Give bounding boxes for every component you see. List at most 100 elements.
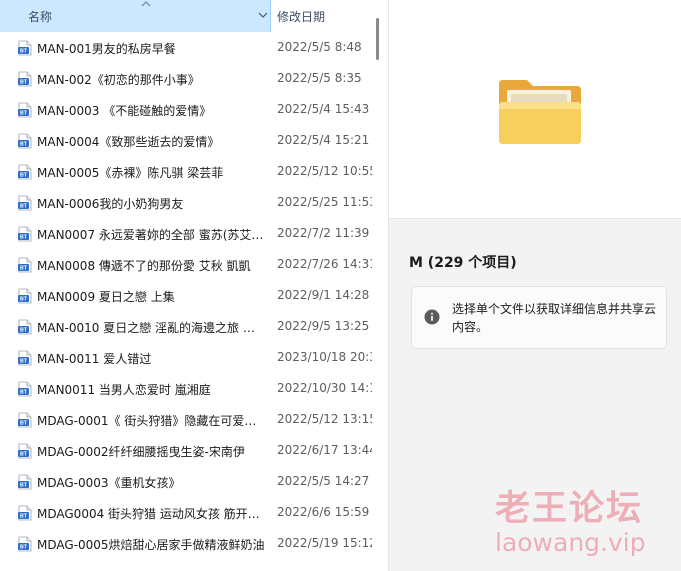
bt-file-icon: BT — [18, 40, 32, 56]
bt-badge-text: BT — [20, 80, 28, 86]
file-name: MAN0007 永远爱著妳的全部 蜜苏(苏艾文) — [37, 228, 265, 242]
file-row[interactable]: BT MDAG0004 街头狩猎 运动风女孩 筋开腰软 2022/6/6 15:59 — [0, 497, 372, 528]
bt-file-icon: BT — [18, 288, 32, 304]
bt-badge-text: BT — [20, 328, 28, 334]
file-row[interactable]: BT MAN-0004《致那些逝去的爱情》 2022/5/4 15:21 — [0, 125, 372, 156]
file-name: MDAG-0002纤纤细腰摇曳生姿-宋南伊 — [37, 445, 245, 459]
file-modified-date: 2022/5/5 8:35 — [277, 71, 362, 85]
bt-badge-text: BT — [20, 452, 28, 458]
file-row[interactable]: BT MDAG-0001《 街头狩猎》隐藏在可爱的外表下 2022/5/12 13:… — [0, 404, 372, 435]
info-icon — [424, 309, 440, 325]
file-list-pane: 名称 修改日期 BT MAN-001男友的私房早餐 2022/5/5 8:48 BT M… — [0, 0, 388, 571]
bt-file-icon: BT — [18, 443, 32, 459]
bt-file-icon: BT — [18, 412, 32, 428]
file-row[interactable]: BT MAN-001男友的私房早餐 2022/5/5 8:48 — [0, 32, 372, 63]
bt-badge-text: BT — [20, 421, 28, 427]
file-name: MDAG-0001《 街头狩猎》隐藏在可爱的外表下 — [37, 414, 265, 428]
file-modified-date: 2022/5/12 13:15 — [277, 412, 372, 426]
file-name: MDAG-0003《重机女孩》 — [37, 476, 181, 490]
file-name: MAN0008 傳遞不了的那份愛 艾秋 凱凱 — [37, 259, 251, 273]
bt-file-icon: BT — [18, 319, 32, 335]
file-name: MAN0009 夏日之戀 上集 — [37, 290, 175, 304]
bt-badge-text: BT — [20, 266, 28, 272]
bt-file-icon: BT — [18, 71, 32, 87]
bt-file-icon: BT — [18, 164, 32, 180]
chevron-down-icon[interactable] — [255, 6, 271, 24]
bt-badge-text: BT — [20, 483, 28, 489]
file-name: MAN-002《初恋的那件小事》 — [37, 73, 200, 87]
info-text: 选择单个文件以获取详细信息并共享云内容。 — [452, 302, 657, 334]
file-row[interactable]: BT MAN-0011 爱人错过 2023/10/18 20:3 — [0, 342, 372, 373]
bt-badge-text: BT — [20, 390, 28, 396]
file-name: MAN-0006我的小奶狗男友 — [37, 197, 184, 211]
bt-file-icon: BT — [18, 381, 32, 397]
file-row[interactable]: BT MAN-0006我的小奶狗男友 2022/5/25 11:53 — [0, 187, 372, 218]
file-row[interactable]: BT MDAG-0005烘焙甜心居家手做精液鲜奶油 2022/5/19 15:12 — [0, 528, 372, 559]
scrollbar-thumb[interactable] — [376, 18, 379, 60]
file-row[interactable]: BT MAN-0003 《不能碰触的爱情》 2022/5/4 15:43 — [0, 94, 372, 125]
bt-badge-text: BT — [20, 204, 28, 210]
watermark: 老王论坛 laowang.vip — [495, 480, 670, 570]
column-header: 名称 修改日期 — [0, 0, 388, 32]
bt-file-icon: BT — [18, 226, 32, 242]
bt-file-icon: BT — [18, 505, 32, 521]
file-name: MDAG-0005烘焙甜心居家手做精液鲜奶油 — [37, 538, 265, 552]
file-modified-date: 2022/9/1 14:28 — [277, 288, 370, 302]
bt-file-icon: BT — [18, 257, 32, 273]
file-modified-date: 2023/10/18 20:3 — [277, 350, 372, 364]
file-modified-date: 2022/5/4 15:43 — [277, 102, 370, 116]
folder-icon — [499, 80, 581, 144]
file-row[interactable]: BT MDAG-0003《重机女孩》 2022/5/5 14:27 — [0, 466, 372, 497]
file-name: MAN-0003 《不能碰触的爱情》 — [37, 104, 212, 118]
file-name: MAN-0004《致那些逝去的爱情》 — [37, 135, 220, 149]
file-modified-date: 2022/5/12 10:55 — [277, 164, 372, 178]
file-name: MDAG0004 街头狩猎 运动风女孩 筋开腰软 — [37, 507, 265, 521]
bt-badge-text: BT — [20, 49, 28, 55]
file-modified-date: 2022/5/5 14:27 — [277, 474, 370, 488]
file-modified-date: 2022/5/19 15:12 — [277, 536, 372, 550]
file-row[interactable]: BT MAN-0005《赤裸》陈凡骐 梁芸菲 2022/5/12 10:55 — [0, 156, 372, 187]
file-name: MAN0011 当男人恋爱时 嵐湘庭 — [37, 383, 211, 397]
bt-badge-text: BT — [20, 545, 28, 551]
file-modified-date: 2022/5/25 11:53 — [277, 195, 372, 209]
sort-ascending-icon — [141, 1, 151, 7]
bt-badge-text: BT — [20, 235, 28, 241]
file-modified-date: 2022/9/5 13:25 — [277, 319, 370, 333]
bt-file-icon: BT — [18, 195, 32, 211]
preview-card — [389, 0, 681, 219]
file-modified-date: 2022/5/5 8:48 — [277, 40, 362, 54]
file-row[interactable]: BT MAN0008 傳遞不了的那份愛 艾秋 凱凱 2022/7/26 14:31 — [0, 249, 372, 280]
info-box: 选择单个文件以获取详细信息并共享云内容。 — [411, 286, 667, 349]
file-modified-date: 2022/10/30 14:1 — [277, 381, 372, 395]
file-row[interactable]: BT MAN-002《初恋的那件小事》 2022/5/5 8:35 — [0, 63, 372, 94]
file-row[interactable]: BT MAN0011 当男人恋爱时 嵐湘庭 2022/10/30 14:1 — [0, 373, 372, 404]
file-row[interactable]: BT MAN-0010 夏日之戀 淫亂的海邊之旅 下集 2022/9/5 13:25 — [0, 311, 372, 342]
file-name: MAN-0010 夏日之戀 淫亂的海邊之旅 下集 — [37, 321, 265, 335]
bt-file-icon: BT — [18, 350, 32, 366]
file-modified-date: 2022/7/2 11:39 — [277, 226, 370, 240]
bt-badge-text: BT — [20, 359, 28, 365]
file-modified-date: 2022/6/17 13:44 — [277, 443, 372, 457]
file-name: MAN-0011 爱人错过 — [37, 352, 152, 366]
file-modified-date: 2022/5/4 15:21 — [277, 133, 370, 147]
file-modified-date: 2022/6/6 15:59 — [277, 505, 370, 519]
file-modified-date: 2022/7/26 14:31 — [277, 257, 372, 271]
column-header-date[interactable]: 修改日期 — [271, 0, 371, 32]
file-row[interactable]: BT MDAG-0002纤纤细腰摇曳生姿-宋南伊 2022/6/17 13:44 — [0, 435, 372, 466]
watermark-text-cn: 老王论坛 — [495, 489, 644, 529]
details-title: M (229 个项目) — [409, 255, 517, 271]
file-row[interactable]: BT MAN0009 夏日之戀 上集 2022/9/1 14:28 — [0, 280, 372, 311]
bt-badge-text: BT — [20, 142, 28, 148]
watermark-text-en: laowang.vip — [495, 528, 646, 557]
column-header-name[interactable]: 名称 — [0, 0, 271, 32]
bt-badge-text: BT — [20, 514, 28, 520]
vertical-scrollbar[interactable] — [372, 0, 388, 571]
bt-badge-text: BT — [20, 111, 28, 117]
file-name: MAN-0005《赤裸》陈凡骐 梁芸菲 — [37, 166, 224, 180]
file-row[interactable]: BT MAN0007 永远爱著妳的全部 蜜苏(苏艾文) 2022/7/2 11:39 — [0, 218, 372, 249]
column-name-label: 名称 — [28, 10, 53, 24]
bt-file-icon: BT — [18, 536, 32, 552]
file-list: BT MAN-001男友的私房早餐 2022/5/5 8:48 BT MAN-002《初… — [0, 32, 372, 559]
bt-file-icon: BT — [18, 474, 32, 490]
bt-badge-text: BT — [20, 297, 28, 303]
